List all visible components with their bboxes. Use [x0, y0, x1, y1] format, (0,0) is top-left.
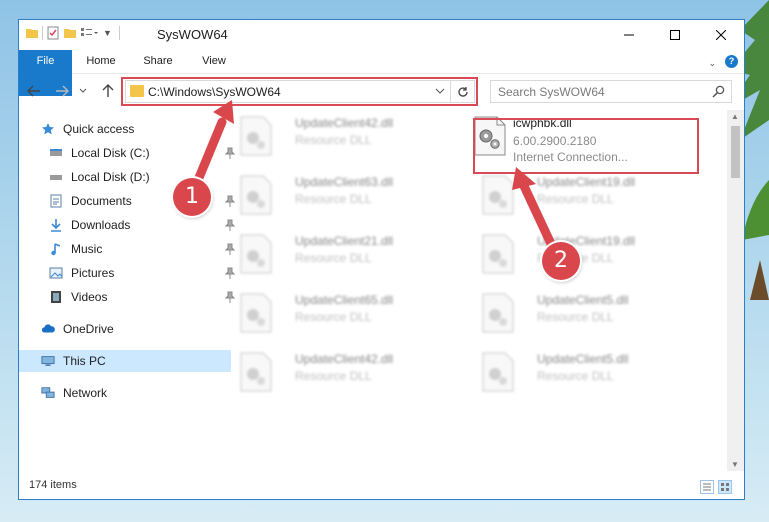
- callout-arrow-2: [512, 167, 557, 251]
- callout-arrows: [191, 100, 557, 251]
- callout-badge-1: 1: [173, 178, 211, 216]
- callout-badge-2: 2: [542, 242, 580, 280]
- callout-arrow-1: [191, 100, 234, 190]
